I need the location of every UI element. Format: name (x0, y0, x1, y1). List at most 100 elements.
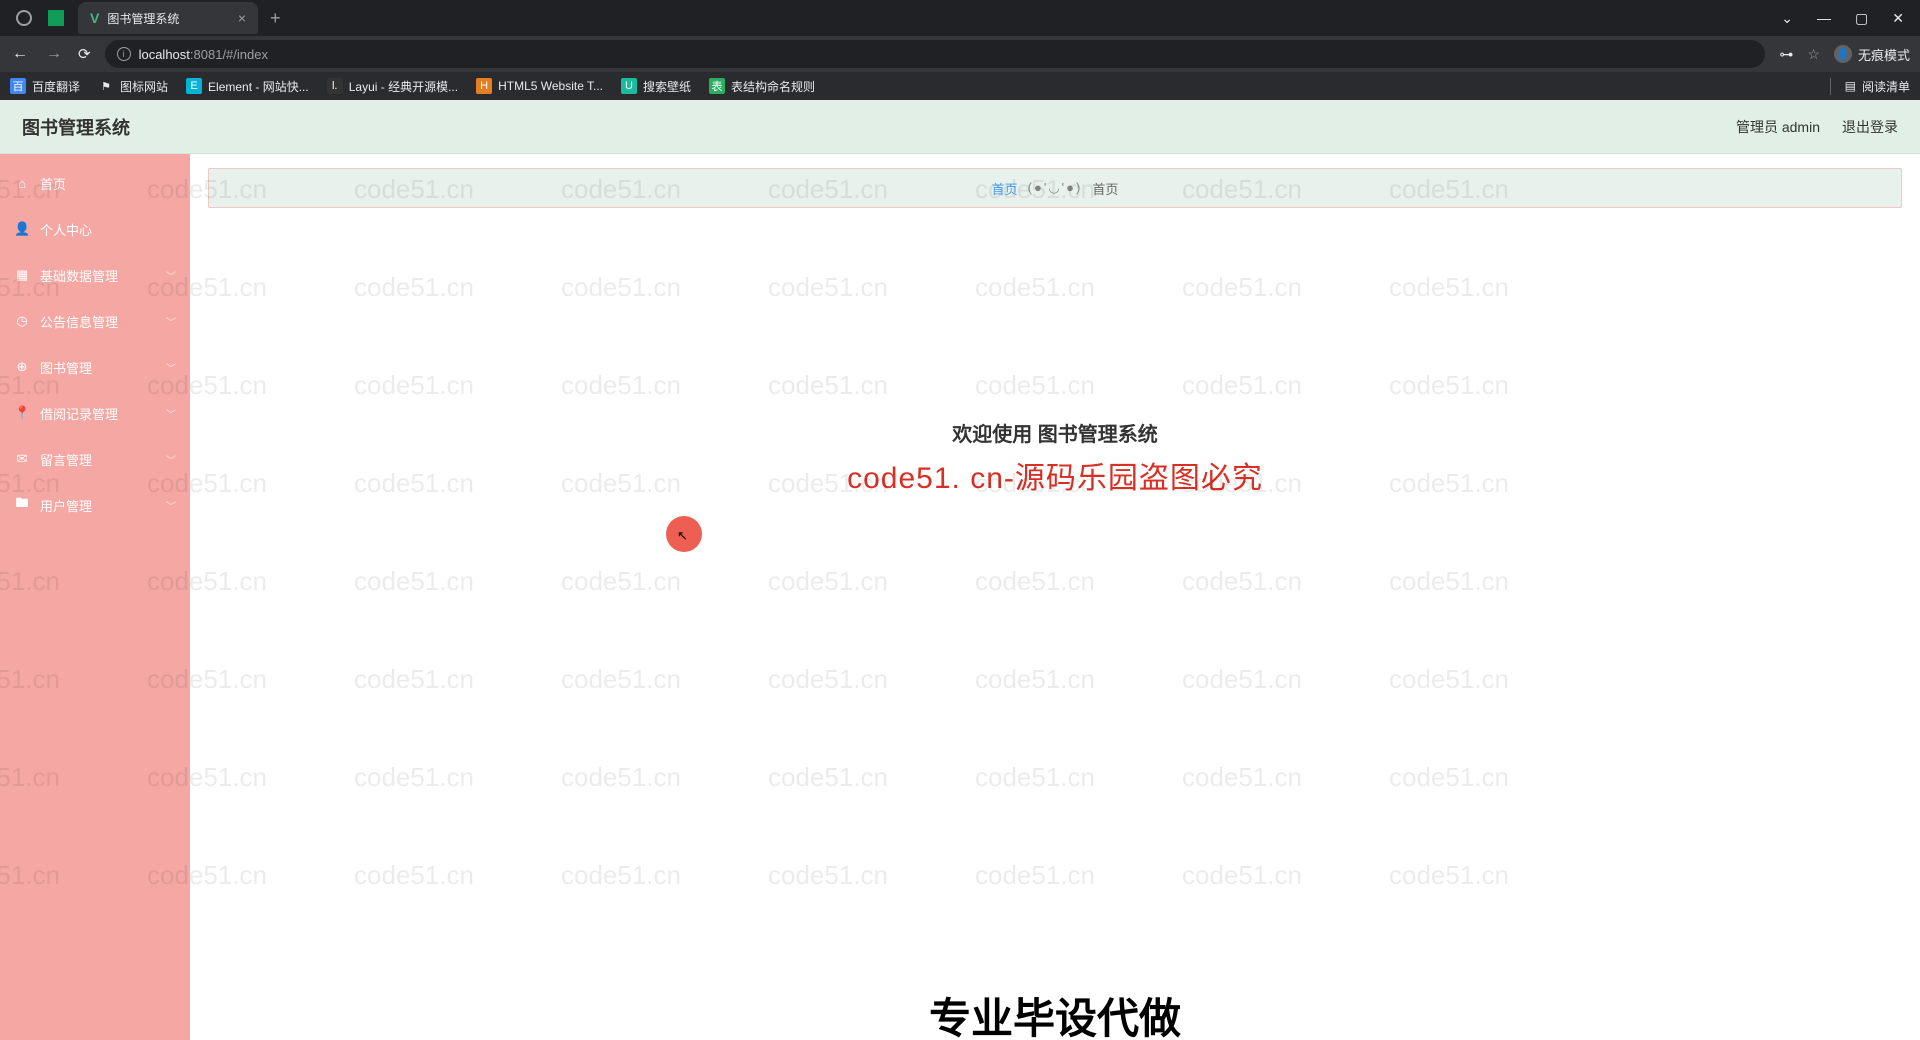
minimize-icon[interactable]: ― (1817, 10, 1831, 27)
bookmark-item[interactable]: E Element - 网站快... (186, 78, 309, 95)
forward-button[interactable]: → (44, 45, 64, 63)
grid-icon: ▦ (14, 267, 30, 283)
bookmark-label: 图标网站 (120, 78, 168, 95)
bookmark-icon: H (476, 78, 492, 94)
tab-inactive-icon[interactable] (16, 10, 32, 26)
new-tab-button[interactable]: + (270, 8, 281, 29)
bookmark-item[interactable]: ⚑ 图标网站 (98, 78, 168, 95)
bookmark-item[interactable]: 表表结构命名规则 (709, 78, 815, 95)
bookmark-icon: E (186, 78, 202, 94)
bookmark-label: 搜索壁纸 (643, 78, 691, 95)
reading-list-label: 阅读清单 (1862, 78, 1910, 95)
cursor-icon: ↖ (677, 528, 688, 544)
logout-button[interactable]: 退出登录 (1842, 117, 1898, 137)
reading-list-icon: ▤ (1845, 79, 1856, 93)
sidebar-item-users[interactable]: 🖿 用户管理 ﹀ (0, 482, 190, 528)
window-controls: ⌄ ― ▢ ✕ (1781, 10, 1920, 27)
sidebar-item-books[interactable]: ⊕ 图书管理 ﹀ (0, 344, 190, 390)
pin-icon: 📍 (14, 405, 30, 421)
admin-label[interactable]: 管理员 admin (1736, 117, 1820, 137)
back-button[interactable]: ← (10, 45, 30, 63)
vue-icon: V (90, 10, 99, 26)
incognito-icon: 👤 (1834, 45, 1852, 63)
sidebar-item-notice[interactable]: ◷ 公告信息管理 ﹀ (0, 298, 190, 344)
bookmark-icon: ⚑ (98, 78, 114, 94)
sidebar-item-label: 个人中心 (40, 220, 92, 239)
bookmark-icon: l. (327, 78, 343, 94)
breadcrumb: 首页 (●'◡'●) 首页 (208, 168, 1902, 208)
sidebar-item-message[interactable]: ✉ 留言管理 ﹀ (0, 436, 190, 482)
sidebar-item-label: 公告信息管理 (40, 312, 118, 331)
sidebar-item-label: 借阅记录管理 (40, 404, 118, 423)
breadcrumb-separator: (●'◡'●) (1028, 180, 1083, 196)
chevron-down-icon: ﹀ (166, 360, 176, 375)
chevron-down-icon: ﹀ (166, 268, 176, 283)
app-title: 图书管理系统 (22, 114, 130, 140)
bookmarks-bar: 百百度翻译 ⚑ 图标网站 E Element - 网站快... l. Layui - … (0, 72, 1920, 100)
close-window-icon[interactable]: ✕ (1892, 10, 1904, 27)
address-bar: ← → ⟳ i localhost:8081/#/index ⊶ ☆ 👤 无痕模… (0, 36, 1920, 72)
reload-button[interactable]: ⟳ (78, 45, 91, 63)
bookmark-item[interactable]: U搜索壁纸 (621, 78, 691, 95)
browser-chrome: V 图书管理系统 × + ⌄ ― ▢ ✕ ← → ⟳ i localhost:8… (0, 0, 1920, 100)
maximize-icon[interactable]: ▢ (1855, 10, 1868, 27)
url-input[interactable]: i localhost:8081/#/index (105, 40, 1766, 68)
app-header: 图书管理系统 管理员 admin 退出登录 (0, 100, 1920, 154)
tab-title: 图书管理系统 (107, 10, 229, 27)
bookmark-label: Element - 网站快... (208, 78, 309, 95)
reading-list-button[interactable]: ▤ 阅读清单 (1830, 78, 1910, 95)
bottom-banner: 专业毕设代做 (929, 985, 1181, 1040)
password-key-icon[interactable]: ⊶ (1779, 46, 1793, 63)
chevron-down-icon: ﹀ (166, 452, 176, 467)
sidebar-item-basedata[interactable]: ▦ 基础数据管理 ﹀ (0, 252, 190, 298)
bookmark-item[interactable]: 百百度翻译 (10, 78, 80, 95)
folder-icon: 🖿 (14, 494, 30, 516)
globe-icon: ⊕ (14, 359, 30, 375)
url-host: localhost (139, 47, 190, 62)
mail-icon: ✉ (14, 451, 30, 467)
bookmark-icon: 百 (10, 78, 26, 94)
sidebar-item-borrow[interactable]: 📍 借阅记录管理 ﹀ (0, 390, 190, 436)
watermark-banner: code51. cn-源码乐园盗图必究 (208, 453, 1902, 497)
bookmark-icon: 表 (709, 78, 725, 94)
close-icon[interactable]: × (238, 10, 246, 26)
bookmark-label: Layui - 经典开源模... (349, 78, 458, 95)
breadcrumb-home[interactable]: 首页 (992, 179, 1018, 198)
sidebar-item-profile[interactable]: 👤 个人中心 (0, 206, 190, 252)
sidebar-item-home[interactable]: ⌂ 首页 (0, 160, 190, 206)
sidebar-item-label: 留言管理 (40, 450, 92, 469)
sidebar-item-label: 首页 (40, 174, 66, 193)
bookmark-star-icon[interactable]: ☆ (1807, 46, 1820, 63)
home-icon: ⌂ (14, 176, 30, 191)
sidebar: ⌂ 首页 👤 个人中心 ▦ 基础数据管理 ﹀ ◷ 公告信息管理 ﹀ ⊕ 图书管理… (0, 154, 190, 1040)
url-path: /#/index (222, 47, 268, 62)
url-text: localhost:8081/#/index (139, 47, 268, 62)
sidebar-item-label: 图书管理 (40, 358, 92, 377)
bookmark-item[interactable]: H HTML5 Website T... (476, 78, 603, 94)
app-body: ⌂ 首页 👤 个人中心 ▦ 基础数据管理 ﹀ ◷ 公告信息管理 ﹀ ⊕ 图书管理… (0, 154, 1920, 1040)
incognito-indicator[interactable]: 👤 无痕模式 (1834, 45, 1910, 64)
tab-inactive-icon-2[interactable] (48, 10, 64, 26)
incognito-label: 无痕模式 (1858, 45, 1910, 64)
bookmark-label: 表结构命名规则 (731, 78, 815, 95)
sidebar-item-label: 基础数据管理 (40, 266, 118, 285)
chevron-down-icon: ﹀ (166, 314, 176, 329)
clock-icon: ◷ (14, 313, 30, 329)
app-root: 图书管理系统 管理员 admin 退出登录 ⌂ 首页 👤 个人中心 ▦ 基础数据… (0, 100, 1920, 1040)
site-info-icon[interactable]: i (117, 47, 131, 61)
bookmark-item[interactable]: l. Layui - 经典开源模... (327, 78, 458, 95)
bookmark-label: 百度翻译 (32, 78, 80, 95)
bookmark-label: HTML5 Website T... (498, 79, 603, 93)
tab-bar: V 图书管理系统 × + ⌄ ― ▢ ✕ (0, 0, 1920, 36)
breadcrumb-current: 首页 (1092, 179, 1118, 198)
chevron-down-icon: ﹀ (166, 498, 176, 513)
chevron-down-icon: ﹀ (166, 406, 176, 421)
main-content: 首页 (●'◡'●) 首页 欢迎使用 图书管理系统 code51. cn-源码乐… (190, 154, 1920, 1040)
header-actions: 管理员 admin 退出登录 (1736, 117, 1898, 137)
user-icon: 👤 (14, 221, 30, 237)
browser-tab-active[interactable]: V 图书管理系统 × (78, 2, 258, 34)
url-port: :8081 (190, 47, 223, 62)
chevron-down-icon[interactable]: ⌄ (1781, 10, 1793, 27)
address-bar-right: ⊶ ☆ 👤 无痕模式 (1779, 45, 1910, 64)
welcome-title: 欢迎使用 图书管理系统 (208, 418, 1902, 447)
